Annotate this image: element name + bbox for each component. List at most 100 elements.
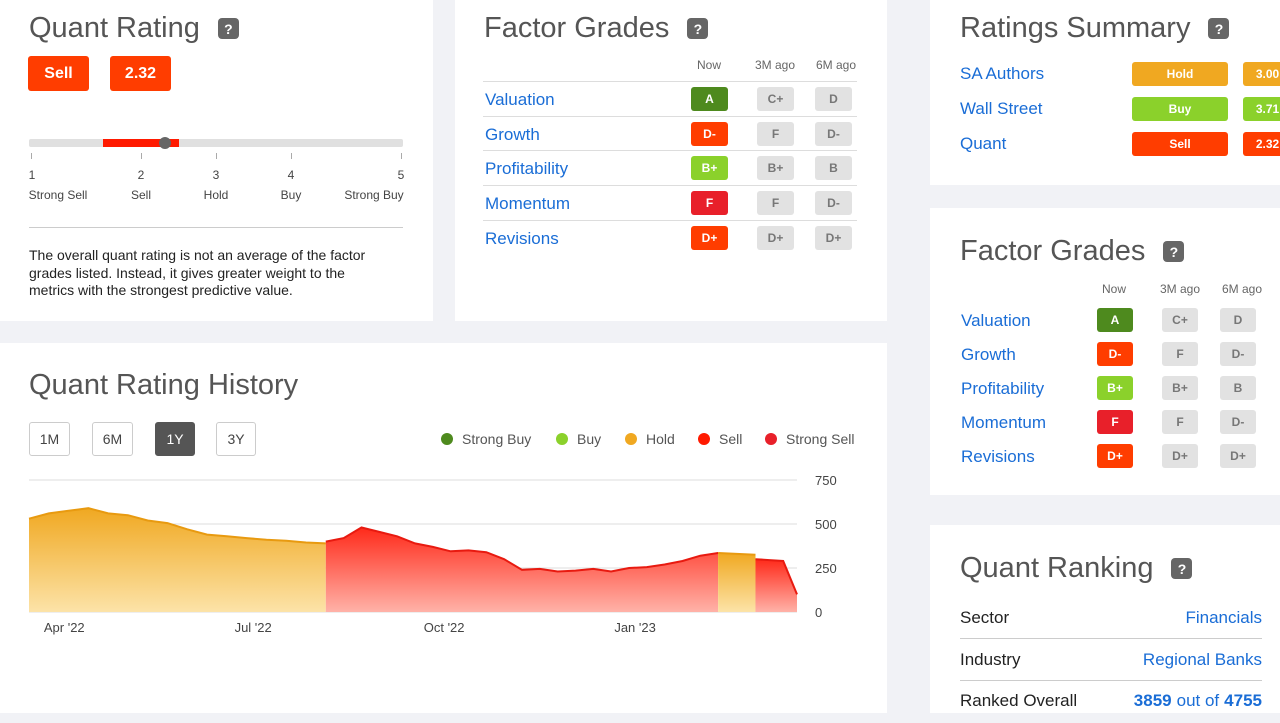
help-icon[interactable]: ?: [1163, 241, 1185, 262]
grade-6m: B: [1220, 376, 1256, 400]
grade-3m: C+: [757, 87, 794, 111]
help-icon[interactable]: ?: [217, 18, 239, 39]
sell-dot: [698, 433, 710, 445]
factor-grades-card: Factor Grades ? Now 3M ago 6M ago Valuat…: [455, 0, 887, 321]
hold-dot: [625, 433, 637, 445]
x-tick-label: Oct '22: [424, 620, 465, 635]
grade-now: A: [691, 87, 728, 111]
factor-row-growth: Growth D- F D-: [483, 116, 857, 151]
grade-now: B+: [1097, 376, 1133, 400]
chart-y-axis: 750 500 250 0: [815, 473, 837, 620]
factor-link-profitability[interactable]: Profitability: [485, 159, 568, 179]
overall-ranking[interactable]: 3859 out of 4755: [1134, 691, 1262, 711]
grade-now: F: [1097, 410, 1133, 434]
legend-buy[interactable]: Buy: [556, 431, 601, 447]
factor-link-valuation[interactable]: Valuation: [485, 90, 555, 110]
scale-number: 1: [28, 168, 36, 182]
overall-total: 4755: [1224, 691, 1262, 710]
factor-link-profitability[interactable]: Profitability: [961, 379, 1044, 399]
grade-6m: D-: [815, 191, 852, 215]
sa-authors-rating: Hold: [1132, 62, 1228, 86]
area-sell-3: [755, 559, 797, 612]
factor-row-profitability: Profitability B+ B+ B: [483, 150, 857, 185]
quant-history-chart: 750 500 250 0 Apr '22 Jul '22 Oct '22 Jan '23: [28, 473, 837, 635]
grade-now: D+: [1097, 444, 1133, 468]
range-3y[interactable]: 3Y: [216, 422, 256, 456]
sector-label: Sector: [960, 608, 1010, 627]
tick: [401, 153, 402, 159]
x-tick-label: Apr '22: [44, 620, 85, 635]
ratings-summary-title: Ratings Summary ?: [960, 12, 1230, 45]
sa-authors-link[interactable]: SA Authors: [960, 64, 1044, 84]
range-1m[interactable]: 1M: [29, 422, 70, 456]
rank-row-industry: Industry Regional Banks: [960, 639, 1262, 681]
x-tick-label: Jul '22: [235, 620, 272, 635]
quant-rating-card: Quant Rating ? Sell 2.32 1 2 3 4 5 Stron…: [0, 0, 433, 321]
y-tick-label: 0: [815, 605, 822, 620]
scale-label: Strong Sell: [28, 188, 88, 202]
ratings-summary-card: Ratings Summary ? SA Authors Hold 3.00 W…: [930, 0, 1280, 185]
score-badge: 2.32: [110, 56, 171, 91]
quant-link[interactable]: Quant: [960, 134, 1006, 154]
grade-3m: F: [1162, 342, 1198, 366]
scale-label: Sell: [130, 188, 152, 202]
rating-marker: [159, 137, 171, 149]
legend-hold[interactable]: Hold: [625, 431, 675, 447]
grade-3m: F: [1162, 410, 1198, 434]
factor-grades-title: Factor Grades ?: [484, 12, 709, 45]
factor-link-revisions[interactable]: Revisions: [961, 447, 1035, 467]
scale-number: 2: [137, 168, 145, 182]
quant-rating: Sell: [1132, 132, 1228, 156]
factor-link-revisions[interactable]: Revisions: [485, 229, 559, 249]
factor-side-row-revisions: Revisions D+ D+ D+: [961, 444, 1271, 468]
grade-3m: B+: [1162, 376, 1198, 400]
help-icon[interactable]: ?: [687, 18, 709, 39]
factor-link-growth[interactable]: Growth: [485, 125, 540, 145]
grade-6m: D-: [1220, 342, 1256, 366]
quant-ranking-title: Quant Ranking ?: [960, 552, 1193, 585]
overall-out-of: out of: [1176, 691, 1220, 710]
area-hold-2: [718, 553, 756, 612]
factor-link-momentum[interactable]: Momentum: [961, 413, 1046, 433]
legend-strong-sell[interactable]: Strong Sell: [765, 431, 854, 447]
wall-street-rating: Buy: [1132, 97, 1228, 121]
factor-side-row-growth: Growth D- F D-: [961, 342, 1271, 366]
legend-sell[interactable]: Sell: [698, 431, 742, 447]
factor-link-growth[interactable]: Growth: [961, 345, 1016, 365]
quant-rating-title: Quant Rating ?: [29, 12, 239, 45]
grade-now: F: [691, 191, 728, 215]
factor-side-row-profitability: Profitability B+ B+ B: [961, 376, 1271, 400]
tick: [31, 153, 32, 159]
rating-badge: Sell: [28, 56, 89, 91]
factor-link-momentum[interactable]: Momentum: [485, 194, 570, 214]
industry-link[interactable]: Regional Banks: [1143, 650, 1262, 670]
rating-scale: [29, 139, 403, 147]
y-tick-label: 500: [815, 517, 837, 532]
rank-row-sector: Sector Financials: [960, 597, 1262, 639]
col-3m: 3M ago: [1160, 282, 1201, 296]
scale-label: Hold: [203, 188, 229, 202]
y-tick-label: 750: [815, 473, 837, 488]
wall-street-link[interactable]: Wall Street: [960, 99, 1043, 119]
col-6m: 6M ago: [816, 58, 857, 72]
overall-label: Ranked Overall: [960, 691, 1078, 710]
grade-3m: C+: [1162, 308, 1198, 332]
factor-link-valuation[interactable]: Valuation: [961, 311, 1031, 331]
strong-buy-dot: [441, 433, 453, 445]
grade-6m: D-: [815, 122, 852, 146]
help-icon[interactable]: ?: [1171, 558, 1193, 579]
range-6m[interactable]: 6M: [92, 422, 133, 456]
factor-grades-side-card: Factor Grades ? Now 3M ago 6M ago Valuat…: [930, 208, 1280, 495]
factor-row-valuation: Valuation A C+ D: [483, 81, 857, 116]
strong-sell-dot: [765, 433, 777, 445]
legend-strong-buy[interactable]: Strong Buy: [441, 431, 531, 447]
factor-side-row-valuation: Valuation A C+ D: [961, 308, 1271, 332]
sector-link[interactable]: Financials: [1185, 608, 1262, 628]
scale-label: Buy: [280, 188, 302, 202]
help-icon[interactable]: ?: [1208, 18, 1230, 39]
col-6m: 6M ago: [1222, 282, 1263, 296]
col-3m: 3M ago: [755, 58, 796, 72]
rank-row-overall: Ranked Overall 3859 out of 4755: [960, 681, 1262, 723]
grade-3m: B+: [757, 156, 794, 180]
range-1y[interactable]: 1Y: [155, 422, 195, 456]
